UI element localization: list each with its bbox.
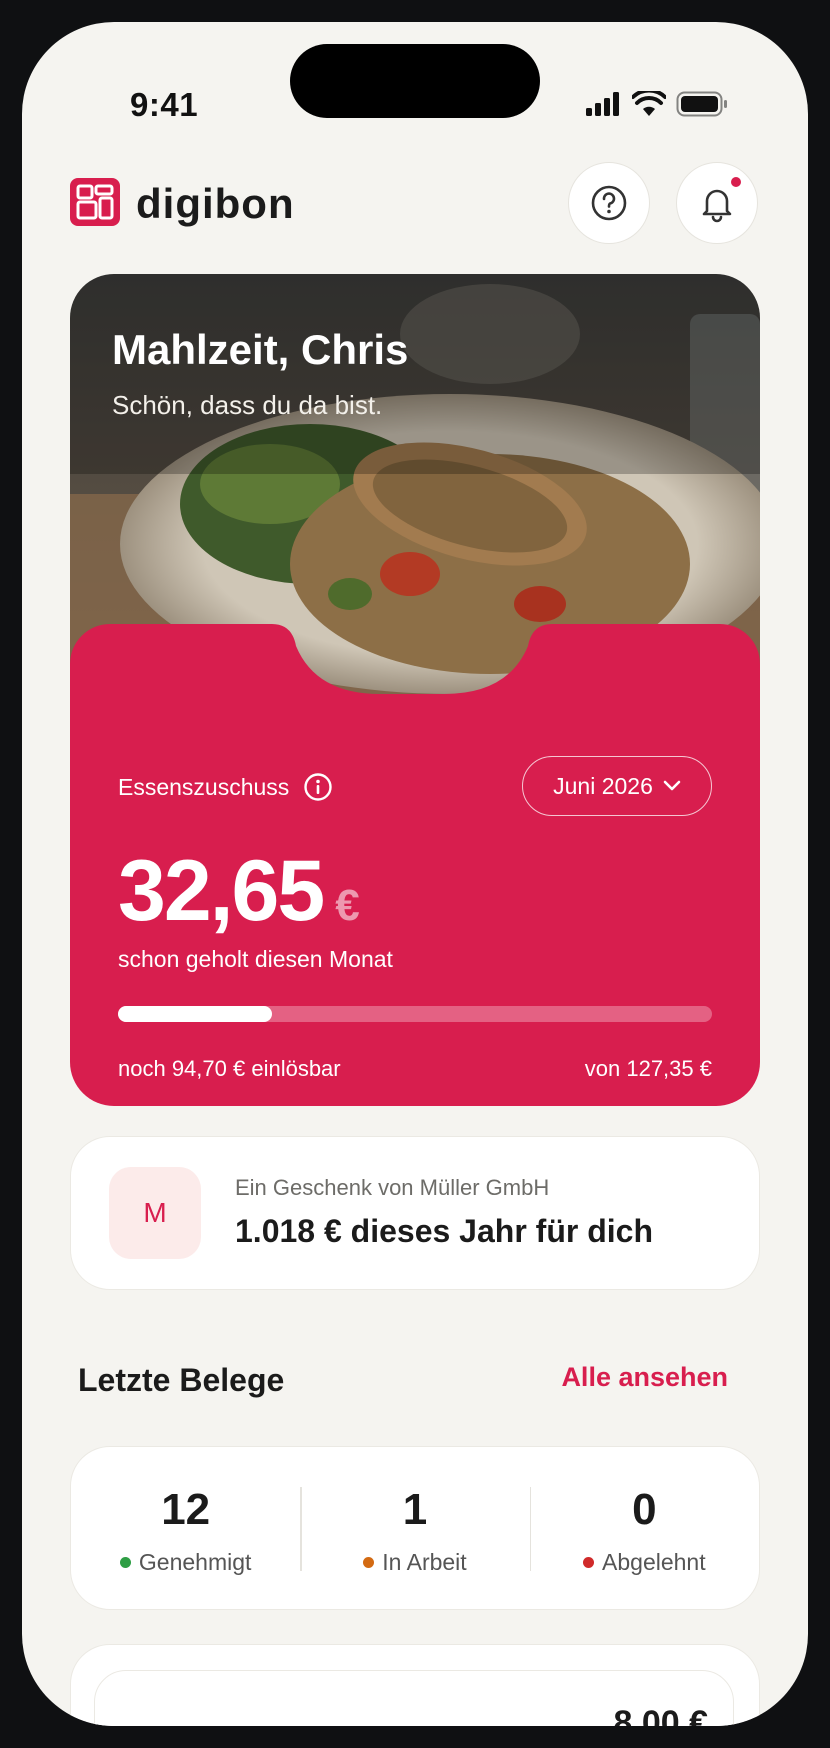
dynamic-island [290, 44, 540, 118]
month-selector[interactable]: Juni 2026 [522, 756, 712, 816]
signal-icon [586, 92, 619, 116]
notifications-button[interactable] [676, 162, 758, 244]
benefit-label-row: Essenszuschuss [118, 772, 333, 802]
total-amount: von 127,35 € [584, 1056, 712, 1081]
view-all-link[interactable]: Alle ansehen [561, 1362, 728, 1393]
meal-allowance-card: Mahlzeit, Chris Schön, dass du da bist. … [70, 274, 760, 1106]
stat-in-progress[interactable]: 1 In Arbeit [300, 1447, 529, 1609]
amount-display: 32,65 € [118, 842, 360, 941]
status-time: 9:41 [130, 86, 199, 123]
bell-icon [702, 189, 732, 223]
gift-title: 1.018 € dieses Jahr für dich [235, 1213, 653, 1249]
month-value: Juni 2026 [553, 772, 653, 799]
status-dot [119, 1556, 131, 1568]
stat-label: In Arbeit [382, 1548, 467, 1575]
stat-label-row: In Arbeit [363, 1548, 467, 1576]
stat-label: Abgelehnt [602, 1548, 706, 1575]
section-title-receipts: Letzte Belege [78, 1362, 285, 1398]
status-dot [583, 1556, 595, 1568]
employer-avatar: M [109, 1167, 201, 1259]
allowance-progress-bar [118, 1006, 712, 1022]
amount-value: 32,65 [118, 843, 325, 939]
stat-label: Genehmigt [138, 1548, 252, 1575]
info-icon[interactable] [303, 772, 333, 802]
stat-count: 12 [161, 1484, 211, 1534]
status-dot [363, 1556, 375, 1568]
remaining-amount: noch 94,70 € einlösbar [118, 1056, 341, 1081]
notification-badge [731, 177, 741, 187]
greeting: Mahlzeit, Chris [112, 326, 409, 373]
stat-approved[interactable]: 12 Genehmigt [71, 1447, 300, 1609]
digibon-logo-icon [70, 178, 120, 226]
receipt-stats-card: 12 Genehmigt 1 In Arbeit 0 Abgelehnt [70, 1446, 760, 1610]
battery-icon [676, 91, 727, 117]
stat-count: 0 [632, 1484, 657, 1534]
stat-count: 1 [402, 1484, 428, 1534]
help-button[interactable] [568, 162, 650, 244]
amount-caption: schon geholt diesen Monat [118, 946, 393, 972]
greeting-subtitle: Schön, dass du da bist. [112, 390, 383, 420]
benefit-label: Essenszuschuss [118, 773, 290, 800]
stat-label-row: Abgelehnt [583, 1549, 706, 1576]
gift-label: Ein Geschenk von Müller GmbH [235, 1175, 550, 1200]
amount-currency: € [335, 881, 360, 930]
brand-name: digibon [136, 180, 295, 227]
stat-rejected[interactable]: 0 Abgelehnt [529, 1447, 759, 1609]
progress-fill [118, 1006, 273, 1022]
phone-screen: 9:41 digibon Mahlzeit, Chris Schön, dass… [22, 22, 808, 1726]
status-icons [586, 88, 728, 120]
stat-label-row: Genehmigt [119, 1548, 252, 1576]
employer-gift-card[interactable]: M Ein Geschenk von Müller GmbH 1.018 € d… [70, 1136, 760, 1290]
wifi-icon [632, 91, 666, 116]
receipt-amount: 8,00 € [613, 1704, 708, 1726]
chevron-down-icon [663, 780, 681, 791]
question-icon [591, 185, 627, 221]
